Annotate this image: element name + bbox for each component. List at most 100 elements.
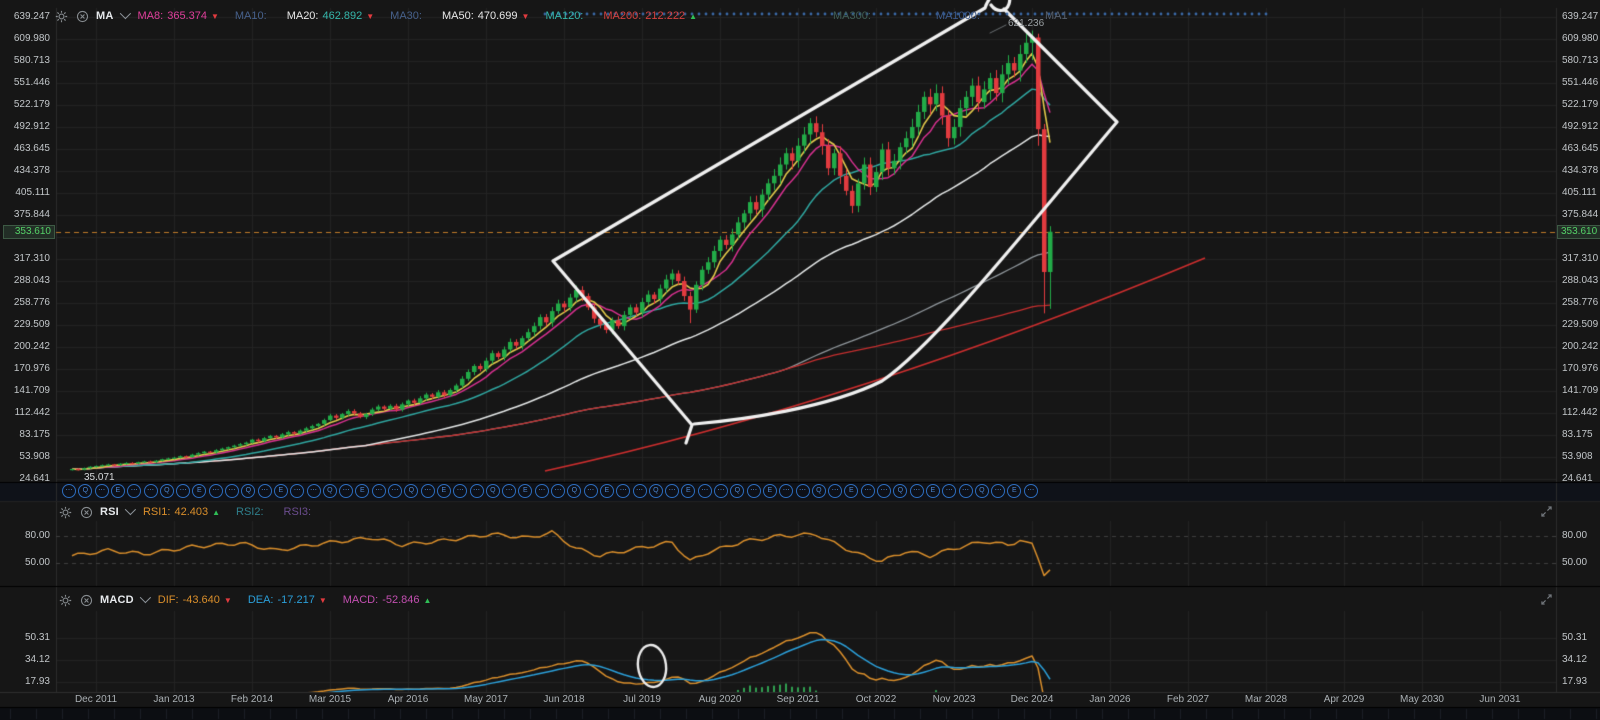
- event-marker-icon[interactable]: ⋯: [339, 484, 353, 498]
- event-marker-icon[interactable]: ⋯: [1024, 484, 1038, 498]
- event-marker-icon[interactable]: ⋯: [959, 484, 973, 498]
- event-marker-icon[interactable]: ⋯: [584, 484, 598, 498]
- event-marker-icon[interactable]: Q: [323, 484, 337, 498]
- axis-tick-label: 434.378: [2, 165, 50, 177]
- indicator-label: MACD:: [343, 594, 378, 606]
- event-marker-icon[interactable]: ⋯: [388, 484, 402, 498]
- event-marker-icon[interactable]: ⋯: [307, 484, 321, 498]
- down-arrow-icon: ▼: [319, 596, 327, 605]
- expand-panel-icon[interactable]: [1541, 506, 1552, 517]
- chevron-down-icon[interactable]: [125, 503, 136, 514]
- event-marker-icon[interactable]: Q: [812, 484, 826, 498]
- indicator-toggle-item[interactable]: MACD:-52.846▲: [343, 594, 432, 606]
- event-marker-icon[interactable]: E: [274, 484, 288, 498]
- event-marker-icon[interactable]: ⋯: [714, 484, 728, 498]
- indicator-label: MA50:: [442, 10, 474, 22]
- indicator-toggle-item[interactable]: MA8:365.374▼: [138, 10, 219, 22]
- down-arrow-icon: ▼: [366, 12, 374, 21]
- event-marker-icon[interactable]: E: [763, 484, 777, 498]
- up-arrow-icon: ▲: [689, 12, 697, 21]
- event-marker-icon[interactable]: ⋯: [144, 484, 158, 498]
- event-marker-icon[interactable]: ⋯: [225, 484, 239, 498]
- axis-tick-label: 522.179: [2, 99, 50, 111]
- gear-icon[interactable]: [58, 593, 72, 607]
- event-marker-icon[interactable]: ⋯: [877, 484, 891, 498]
- event-marker-icon[interactable]: ⋯: [258, 484, 272, 498]
- axis-tick-label: 141.709: [2, 385, 50, 397]
- indicator-label: MA200:: [603, 10, 641, 22]
- indicator-label: MA8:: [138, 10, 164, 22]
- indicator-toggle-item[interactable]: MA20:462.892▼: [287, 10, 374, 22]
- event-marker-icon[interactable]: ⋯: [421, 484, 435, 498]
- indicator-name[interactable]: MA: [96, 10, 114, 22]
- event-marker-icon[interactable]: ⋯: [176, 484, 190, 498]
- event-marker-icon[interactable]: ⋯: [991, 484, 1005, 498]
- axis-tick-label: 434.378: [1562, 165, 1598, 177]
- indicator-label: RSI2:: [236, 506, 264, 518]
- event-marker-icon[interactable]: ⋯: [470, 484, 484, 498]
- event-marker-icon[interactable]: Q: [486, 484, 500, 498]
- event-marker-icon[interactable]: ⋯: [633, 484, 647, 498]
- event-marker-icon[interactable]: E: [926, 484, 940, 498]
- event-marker-icon[interactable]: ⋯: [747, 484, 761, 498]
- indicator-toggle-item[interactable]: MA120:: [545, 10, 587, 22]
- event-marker-icon[interactable]: ⋯: [665, 484, 679, 498]
- time-axis-label: May 2017: [464, 694, 508, 705]
- chart-canvas[interactable]: [0, 0, 1600, 720]
- event-marker-icon[interactable]: ⋯: [372, 484, 386, 498]
- axis-tick-label: 229.509: [1562, 319, 1598, 331]
- event-marker-icon[interactable]: ⋯: [910, 484, 924, 498]
- event-marker-icon[interactable]: Q: [649, 484, 663, 498]
- indicator-toggle-item[interactable]: RSI2:: [236, 506, 268, 518]
- indicator-toggle-item[interactable]: MA30:: [390, 10, 426, 22]
- event-marker-icon[interactable]: E: [111, 484, 125, 498]
- axis-tick-label: 580.713: [1562, 55, 1598, 67]
- indicator-toggle-item[interactable]: MA200:212.222▲: [603, 10, 697, 22]
- event-marker-icon[interactable]: ⋯: [502, 484, 516, 498]
- gear-icon[interactable]: [58, 505, 72, 519]
- indicator-toggle-item[interactable]: DIF:-43.640▼: [158, 594, 232, 606]
- axis-tick-label: 492.912: [1562, 121, 1598, 133]
- indicator-toggle-item[interactable]: MA1000:: [936, 10, 984, 22]
- rsi-indicator-header: RSI RSI1:42.403▲ RSI2: RSI3:: [58, 504, 331, 520]
- indicator-toggle-item[interactable]: RSI1:42.403▲: [143, 506, 220, 518]
- gear-icon[interactable]: [54, 9, 68, 23]
- current-price-tag-right: 353.610: [1557, 225, 1600, 239]
- expand-panel-icon[interactable]: [1541, 594, 1552, 605]
- event-marker-icon[interactable]: E: [437, 484, 451, 498]
- indicator-toggle-item[interactable]: MA50:470.699▼: [442, 10, 529, 22]
- axis-tick-label: 609.980: [1562, 33, 1598, 45]
- axis-tick-label: 34.12: [14, 654, 50, 666]
- event-marker-icon[interactable]: ⋯: [828, 484, 842, 498]
- axis-tick-label: 50.00: [1562, 557, 1587, 569]
- macd-items: DIF:-43.640▼ DEA:-17.217▼ MACD:-52.846▲: [158, 594, 448, 606]
- indicator-name[interactable]: MACD: [100, 594, 134, 606]
- close-indicator-icon[interactable]: [79, 593, 93, 607]
- indicator-name[interactable]: RSI: [100, 506, 119, 518]
- axis-tick-label: 317.310: [2, 253, 50, 265]
- indicator-toggle-item[interactable]: MA300:: [833, 10, 875, 22]
- close-indicator-icon[interactable]: [75, 9, 89, 23]
- event-marker-icon[interactable]: ⋯: [551, 484, 565, 498]
- time-axis-label: Sep 2021: [777, 694, 820, 705]
- axis-tick-label: 112.442: [2, 407, 50, 419]
- event-marker-icon[interactable]: ⋯: [209, 484, 223, 498]
- event-marker-icon[interactable]: E: [600, 484, 614, 498]
- indicator-label: MA20:: [287, 10, 319, 22]
- indicator-value: 365.374: [167, 10, 207, 22]
- event-marker-icon[interactable]: Q: [975, 484, 989, 498]
- indicator-toggle-item[interactable]: RSI3:: [284, 506, 316, 518]
- event-marker-icon[interactable]: Q: [160, 484, 174, 498]
- event-marker-icon[interactable]: ⋯: [796, 484, 810, 498]
- event-marker-icon[interactable]: ⋯: [95, 484, 109, 498]
- event-marker-icon[interactable]: ⋯: [861, 484, 875, 498]
- indicator-toggle-item[interactable]: MA10:: [235, 10, 271, 22]
- chevron-down-icon[interactable]: [119, 7, 130, 18]
- chevron-down-icon[interactable]: [140, 591, 151, 602]
- event-marker-icon[interactable]: ⋯: [698, 484, 712, 498]
- event-marker-icon[interactable]: ⋯: [535, 484, 549, 498]
- event-marker-icon[interactable]: ⋯: [62, 484, 76, 498]
- indicator-toggle-item[interactable]: DEA:-17.217▼: [248, 594, 327, 606]
- indicator-toggle-item[interactable]: MA1: [1045, 10, 1072, 22]
- close-indicator-icon[interactable]: [79, 505, 93, 519]
